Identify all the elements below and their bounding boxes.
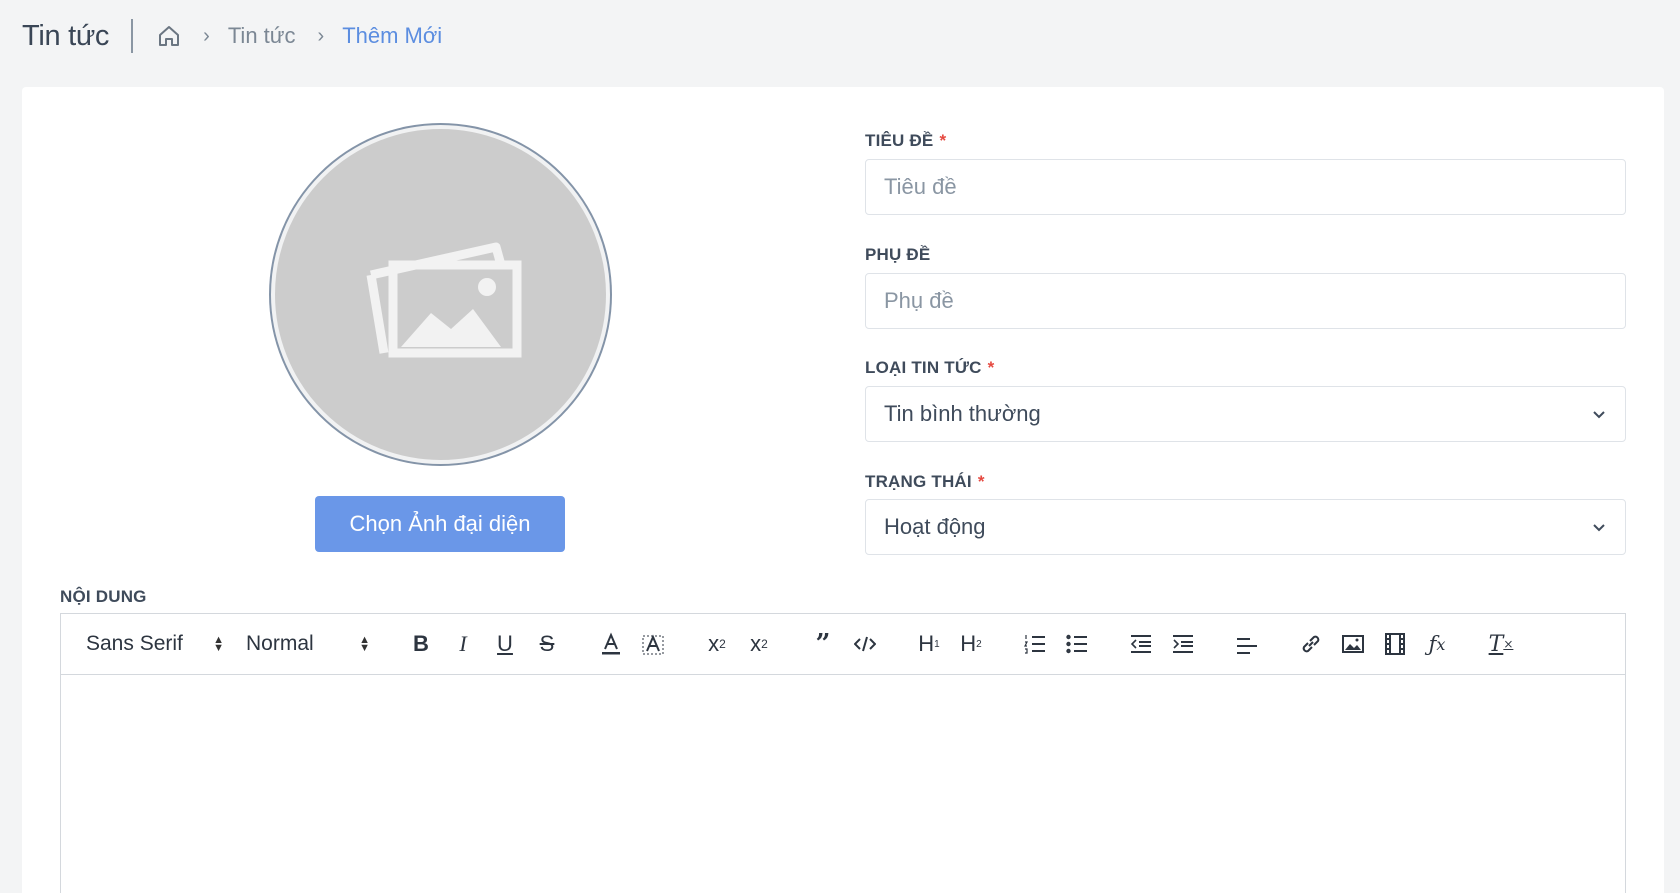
subtitle-label: PHỤ ĐỀ bbox=[865, 245, 931, 264]
updown-icon: ▲ ▼ bbox=[213, 634, 224, 654]
editor-toolbar: Sans Serif ▲ ▼ Normal ▲ ▼ B I U S x2 x2 ” … bbox=[61, 614, 1625, 675]
page-header: Tin tức › Tin tức › Thêm Mới bbox=[22, 16, 442, 56]
status-label-text: TRẠNG THÁI bbox=[865, 472, 972, 491]
italic-icon[interactable]: I bbox=[442, 627, 484, 661]
news-type-value: Tin bình thường bbox=[884, 401, 1041, 426]
text-color-icon[interactable] bbox=[590, 627, 632, 661]
subscript-icon[interactable]: x2 bbox=[696, 627, 738, 661]
heading-2-icon[interactable]: H2 bbox=[950, 627, 992, 661]
formula-icon[interactable]: ƒx bbox=[1416, 627, 1458, 661]
blockquote-icon[interactable]: ” bbox=[802, 627, 844, 661]
choose-avatar-button[interactable]: Chọn Ảnh đại diện bbox=[315, 496, 565, 552]
video-icon[interactable] bbox=[1374, 627, 1416, 661]
font-family-picker[interactable]: Sans Serif ▲ ▼ bbox=[86, 632, 224, 656]
indent-icon[interactable] bbox=[1162, 627, 1204, 661]
heading-1-icon[interactable]: H1 bbox=[908, 627, 950, 661]
chevron-down-icon bbox=[1593, 524, 1605, 532]
image-icon[interactable] bbox=[1332, 627, 1374, 661]
link-icon[interactable] bbox=[1290, 627, 1332, 661]
image-placeholder-icon bbox=[366, 242, 521, 357]
bold-icon[interactable]: B bbox=[400, 627, 442, 661]
home-icon[interactable] bbox=[157, 24, 181, 48]
font-size-picker[interactable]: Normal ▲ ▼ bbox=[246, 632, 370, 656]
subtitle-input[interactable] bbox=[884, 288, 1607, 314]
news-type-select[interactable]: Tin bình thường bbox=[865, 386, 1626, 442]
underline-icon[interactable]: U bbox=[484, 627, 526, 661]
avatar-preview[interactable] bbox=[271, 125, 610, 464]
superscript-icon[interactable]: x2 bbox=[738, 627, 780, 661]
status-select[interactable]: Hoạt động bbox=[865, 499, 1626, 555]
breadcrumb-item-current: Thêm Mới bbox=[342, 23, 443, 48]
code-block-icon[interactable] bbox=[844, 627, 886, 661]
rich-text-editor: Sans Serif ▲ ▼ Normal ▲ ▼ B I U S x2 x2 ” … bbox=[60, 613, 1626, 893]
strikethrough-icon[interactable]: S bbox=[526, 627, 568, 661]
breadcrumb-chevron-icon: › bbox=[203, 24, 210, 47]
font-family-value: Sans Serif bbox=[86, 632, 183, 655]
header-divider bbox=[131, 19, 134, 53]
title-input[interactable] bbox=[884, 174, 1607, 200]
news-type-label: LOẠI TIN TỨC * bbox=[865, 358, 994, 378]
subtitle-field[interactable] bbox=[865, 273, 1626, 329]
breadcrumb-item-news[interactable]: Tin tức bbox=[228, 23, 296, 49]
page-title: Tin tức bbox=[22, 19, 110, 52]
content-label: NỘI DUNG bbox=[60, 587, 147, 606]
title-field[interactable] bbox=[865, 159, 1626, 215]
chevron-down-icon bbox=[1593, 411, 1605, 419]
required-mark: * bbox=[987, 358, 995, 377]
breadcrumb-chevron-icon: › bbox=[317, 24, 325, 47]
font-size-value: Normal bbox=[246, 632, 314, 655]
status-value: Hoạt động bbox=[884, 514, 986, 539]
editor-content-area[interactable] bbox=[61, 675, 1625, 893]
background-color-icon[interactable] bbox=[632, 627, 674, 661]
outdent-icon[interactable] bbox=[1120, 627, 1162, 661]
ordered-list-icon[interactable] bbox=[1014, 627, 1056, 661]
required-mark: * bbox=[939, 131, 947, 150]
clear-format-icon[interactable]: T × bbox=[1480, 627, 1522, 661]
title-label-text: TIÊU ĐỀ bbox=[865, 131, 934, 150]
align-icon[interactable] bbox=[1226, 627, 1268, 661]
title-label: TIÊU ĐỀ * bbox=[865, 131, 946, 151]
news-type-label-text: LOẠI TIN TỨC bbox=[865, 358, 982, 377]
required-mark: * bbox=[977, 472, 985, 491]
updown-icon: ▲ ▼ bbox=[359, 634, 370, 654]
bullet-list-icon[interactable] bbox=[1056, 627, 1098, 661]
status-label: TRẠNG THÁI * bbox=[865, 472, 985, 492]
breadcrumb: › Tin tức › Thêm Mới bbox=[155, 23, 442, 49]
